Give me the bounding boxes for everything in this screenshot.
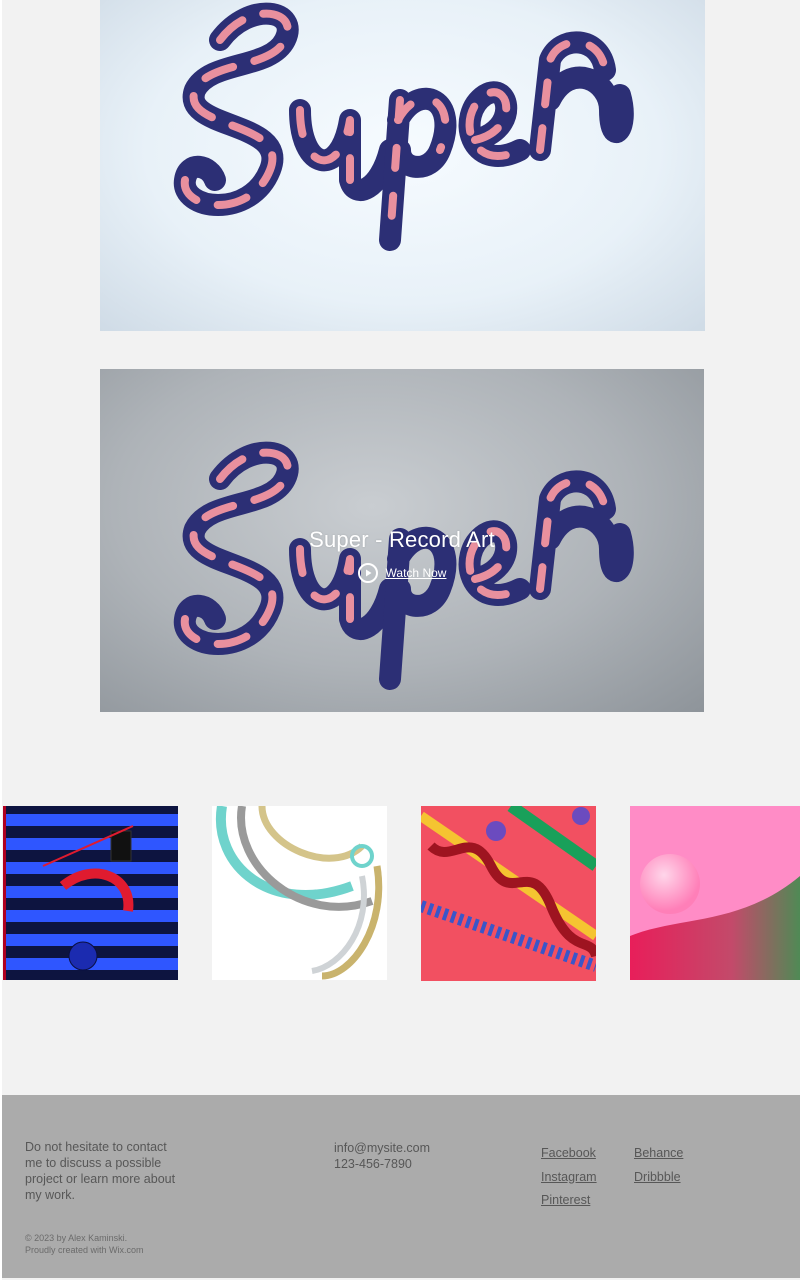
gallery-item-metal-rings[interactable] [212,806,387,980]
footer-copyright-block: © 2023 by Alex Kaminski. Proudly created… [25,1232,144,1256]
pinterest-link[interactable]: Pinterest [541,1189,597,1213]
video-title: Super - Record Art [309,526,495,552]
hero-image [100,0,705,331]
footer-email[interactable]: info@mysite.com [334,1140,430,1156]
play-icon[interactable] [357,562,378,583]
page-left-edge [0,0,2,1280]
footer-copyright: © 2023 by Alex Kaminski. [25,1233,128,1243]
facebook-link[interactable]: Facebook [541,1142,597,1166]
video-player[interactable]: Super - Record Art Watch Now [100,369,704,712]
footer-blurb: Do not hesitate to contact me to discuss… [25,1140,176,1202]
watch-now-button[interactable]: Watch Now [357,562,447,583]
dribbble-link[interactable]: Dribbble [634,1166,683,1190]
site-footer: Do not hesitate to contact me to discuss… [2,1095,800,1278]
footer-phone: 123-456-7890 [334,1157,412,1171]
gallery-item-red-candy[interactable] [421,806,596,981]
footer-social-col-1: Facebook Instagram Pinterest [541,1142,597,1213]
footer-social-col-2: Behance Dribbble [634,1142,683,1189]
instagram-link[interactable]: Instagram [541,1166,597,1190]
behance-link[interactable]: Behance [634,1142,683,1166]
video-overlay: Super - Record Art Watch Now [100,369,704,712]
footer-contact: info@mysite.com 123-456-7890 [334,1140,430,1172]
gallery-item-pink-sphere[interactable] [630,806,800,980]
gallery-item-blue-stripes[interactable] [3,806,178,980]
super-lettering-art [173,2,634,251]
footer-credit: Proudly created with Wix.com [25,1245,144,1255]
watch-now-label[interactable]: Watch Now [386,566,447,580]
